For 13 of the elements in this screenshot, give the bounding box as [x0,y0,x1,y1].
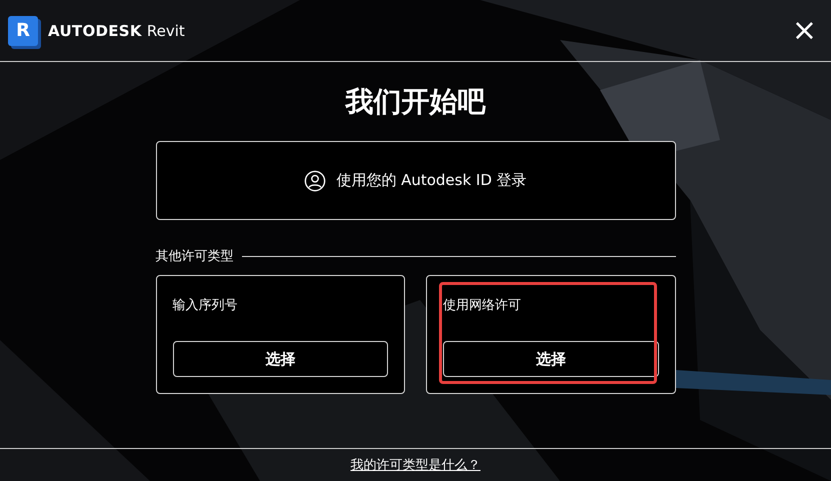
revit-logo-icon: R [8,16,38,46]
section-label: 其他许可类型 [156,248,234,265]
select-button[interactable]: 选择 [172,341,388,377]
help-link[interactable]: 我的许可类型是什么？ [350,456,480,474]
sign-in-button[interactable]: 使用您的 Autodesk ID 登录 [156,141,676,220]
brand-name: AUTODESK [48,22,142,40]
user-icon [304,170,326,192]
option-label: 输入序列号 [172,297,238,314]
close-button[interactable]: × [788,16,821,46]
page-title: 我们开始吧 [346,84,486,120]
product-name: Revit [146,22,185,40]
select-button[interactable]: 选择 [443,341,658,377]
option-label: 使用网络许可 [443,297,521,314]
